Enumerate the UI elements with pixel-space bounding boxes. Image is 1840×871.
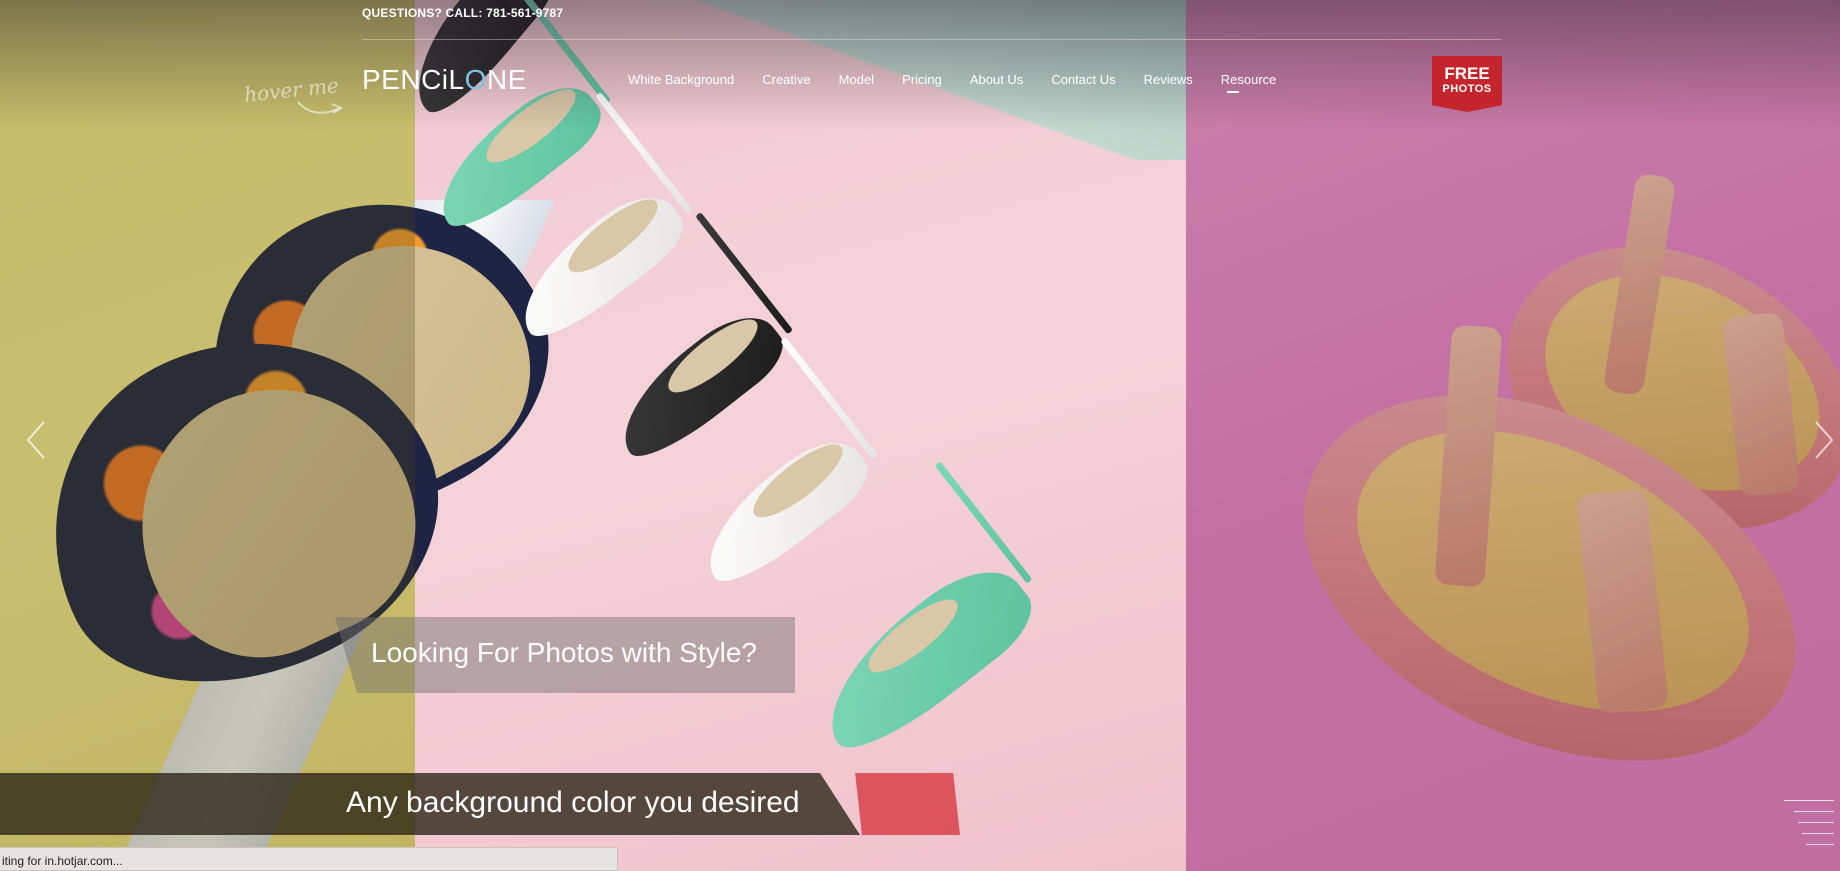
nav-model[interactable]: Model [839, 72, 874, 87]
nav-pricing[interactable]: Pricing [902, 72, 942, 87]
slider-prev-arrow-icon[interactable] [22, 418, 50, 462]
nav-menu: White Background Creative Model Pricing … [628, 72, 1304, 93]
browser-status-bar: iting for in.hotjar.com... [0, 847, 618, 871]
slide-menu-lines-icon[interactable] [1784, 800, 1834, 855]
panel-shade [0, 0, 415, 871]
slide-caption-secondary: Any background color you desired [0, 773, 860, 835]
nav-reviews[interactable]: Reviews [1144, 72, 1193, 87]
phone-number-link[interactable]: 781-561-9787 [486, 6, 563, 20]
caption-primary-text: Looking For Photos with Style? [371, 637, 757, 668]
slider-next-arrow-icon[interactable] [1810, 418, 1838, 462]
phone-prefix: QUESTIONS? CALL: [362, 6, 483, 20]
nav-about-us[interactable]: About Us [970, 72, 1023, 87]
phone-info: QUESTIONS? CALL: 781-561-9787 [362, 6, 563, 20]
free-photos-button[interactable]: FREE PHOTOS [1432, 56, 1502, 112]
caption-accent-block [855, 773, 960, 835]
nav-resource[interactable]: Resource [1221, 72, 1276, 93]
panel-shade [1186, 0, 1840, 871]
top-bar: QUESTIONS? CALL: 781-561-9787 [362, 0, 1502, 40]
slide-caption-primary: Looking For Photos with Style? [335, 617, 795, 693]
main-navigation: PENCiLONE White Background Creative Mode… [362, 56, 1502, 112]
nav-contact-us[interactable]: Contact Us [1051, 72, 1115, 87]
caption-secondary-text: Any background color you desired [346, 786, 800, 819]
nav-creative[interactable]: Creative [762, 72, 810, 87]
site-logo[interactable]: PENCiLONE [362, 64, 527, 96]
nav-white-background[interactable]: White Background [628, 72, 734, 87]
curved-arrow-icon [297, 101, 344, 114]
